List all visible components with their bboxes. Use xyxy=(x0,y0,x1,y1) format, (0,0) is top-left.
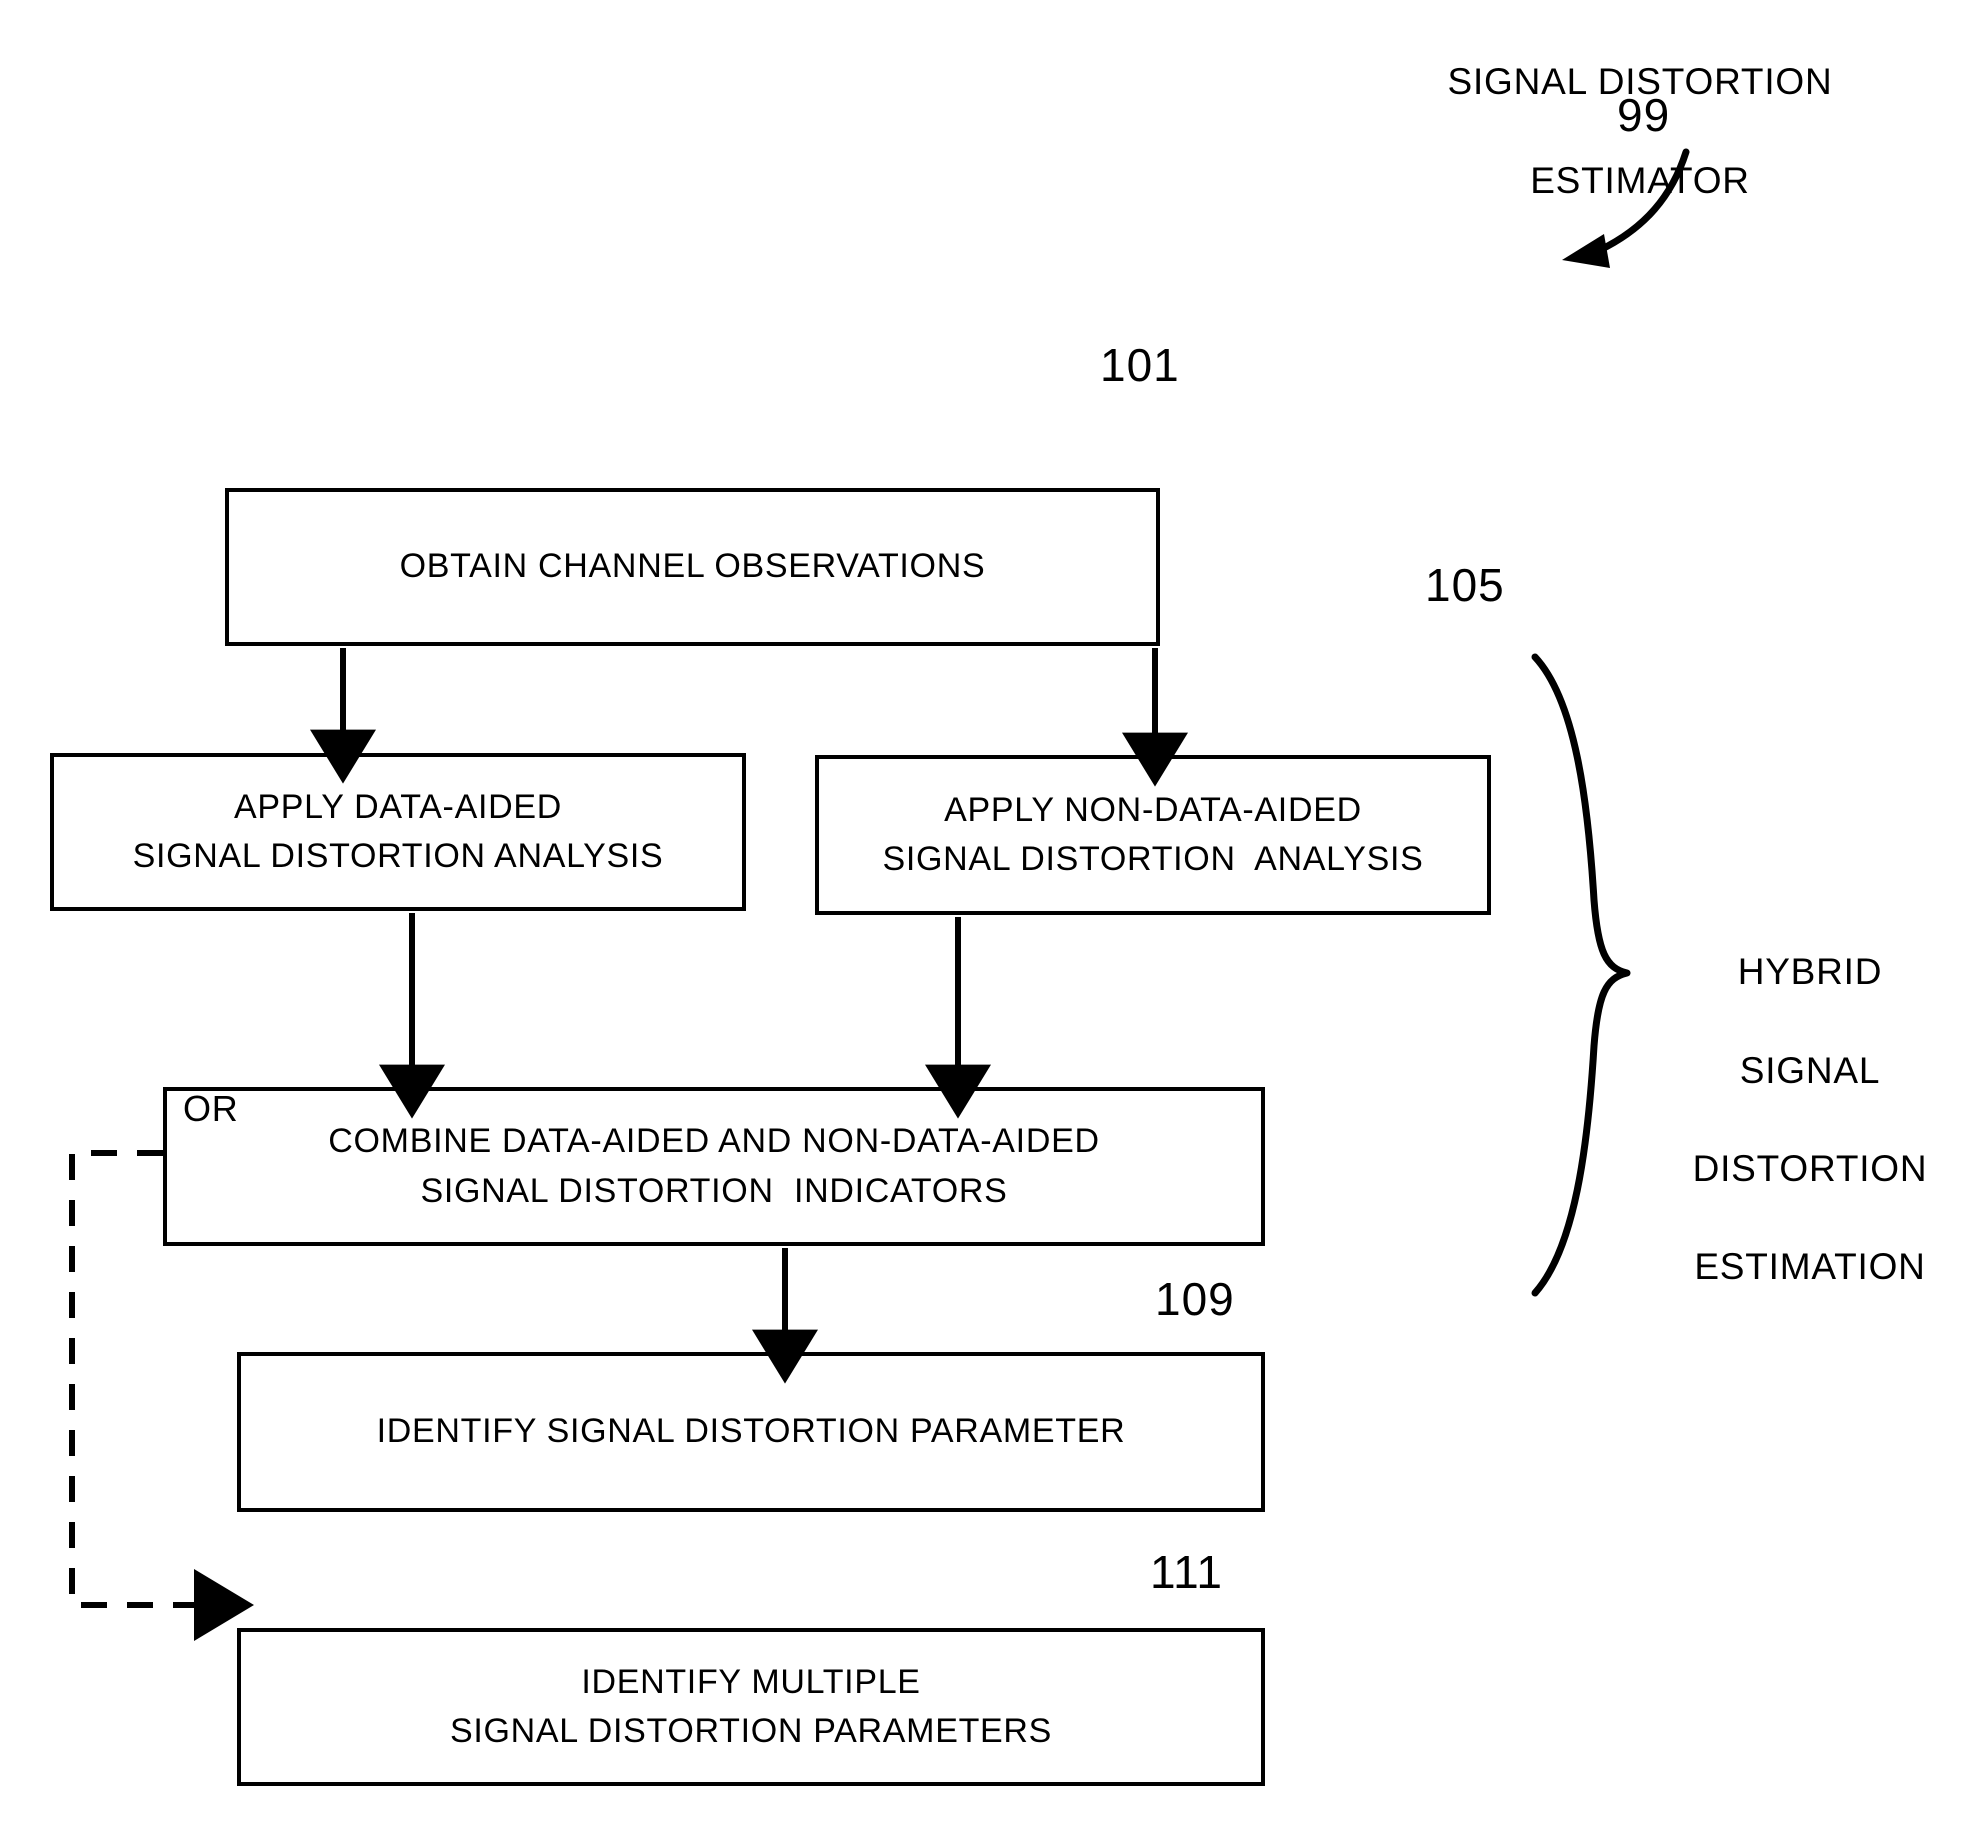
step-box-107-line2: SIGNAL DISTORTION INDICATORS xyxy=(420,1171,1008,1210)
step-box-111-line1: IDENTIFY MULTIPLE xyxy=(581,1662,921,1701)
hybrid-estimation-annotation: HYBRID SIGNAL DISTORTION ESTIMATION xyxy=(1645,898,1961,1341)
hybrid-annotation-line4: ESTIMATION xyxy=(1694,1246,1926,1288)
ref-numeral-109: 109 xyxy=(1155,1273,1235,1325)
step-box-107-line1: COMBINE DATA-AIDED AND NON-DATA-AIDED xyxy=(328,1122,1100,1161)
ref-numeral-99: 99 xyxy=(1617,89,1671,141)
right-curly-brace-icon xyxy=(1531,653,1631,1297)
ref-numeral-101: 101 xyxy=(1100,339,1180,391)
figure-title-line2: ESTIMATOR xyxy=(1530,159,1750,201)
step-box-105-line1: APPLY NON-DATA-AIDED xyxy=(944,790,1362,829)
or-branch-label: OR xyxy=(183,1088,239,1129)
figure-canvas: SIGNAL DISTORTION ESTIMATOR 99 101 103 1… xyxy=(0,0,1961,1846)
hybrid-annotation-line1: HYBRID xyxy=(1737,951,1883,993)
hybrid-annotation-line2: SIGNAL xyxy=(1739,1049,1881,1091)
step-box-109-line1: IDENTIFY SIGNAL DISTORTION PARAMETER xyxy=(376,1412,1126,1451)
step-box-111[interactable]: IDENTIFY MULTIPLE SIGNAL DISTORTION PARA… xyxy=(237,1628,1265,1786)
step-box-101[interactable]: OBTAIN CHANNEL OBSERVATIONS xyxy=(225,488,1160,646)
step-box-101-line1: OBTAIN CHANNEL OBSERVATIONS xyxy=(399,547,986,586)
step-box-111-line2: SIGNAL DISTORTION PARAMETERS xyxy=(449,1712,1053,1750)
step-box-109[interactable]: IDENTIFY SIGNAL DISTORTION PARAMETER xyxy=(237,1352,1265,1512)
step-box-105[interactable]: APPLY NON-DATA-AIDED SIGNAL DISTORTION A… xyxy=(815,755,1491,915)
ref-numeral-111: 111 xyxy=(1150,1546,1223,1598)
step-box-105-line2: SIGNAL DISTORTION ANALYSIS xyxy=(882,840,1424,878)
step-box-103-line2: SIGNAL DISTORTION ANALYSIS xyxy=(132,837,664,875)
ref-numeral-105: 105 xyxy=(1425,559,1505,611)
step-box-107[interactable]: COMBINE DATA-AIDED AND NON-DATA-AIDED SI… xyxy=(163,1087,1265,1246)
step-box-103-line1: APPLY DATA-AIDED xyxy=(234,787,562,826)
hybrid-annotation-line3: DISTORTION xyxy=(1692,1148,1928,1190)
step-box-103[interactable]: APPLY DATA-AIDED SIGNAL DISTORTION ANALY… xyxy=(50,753,746,911)
